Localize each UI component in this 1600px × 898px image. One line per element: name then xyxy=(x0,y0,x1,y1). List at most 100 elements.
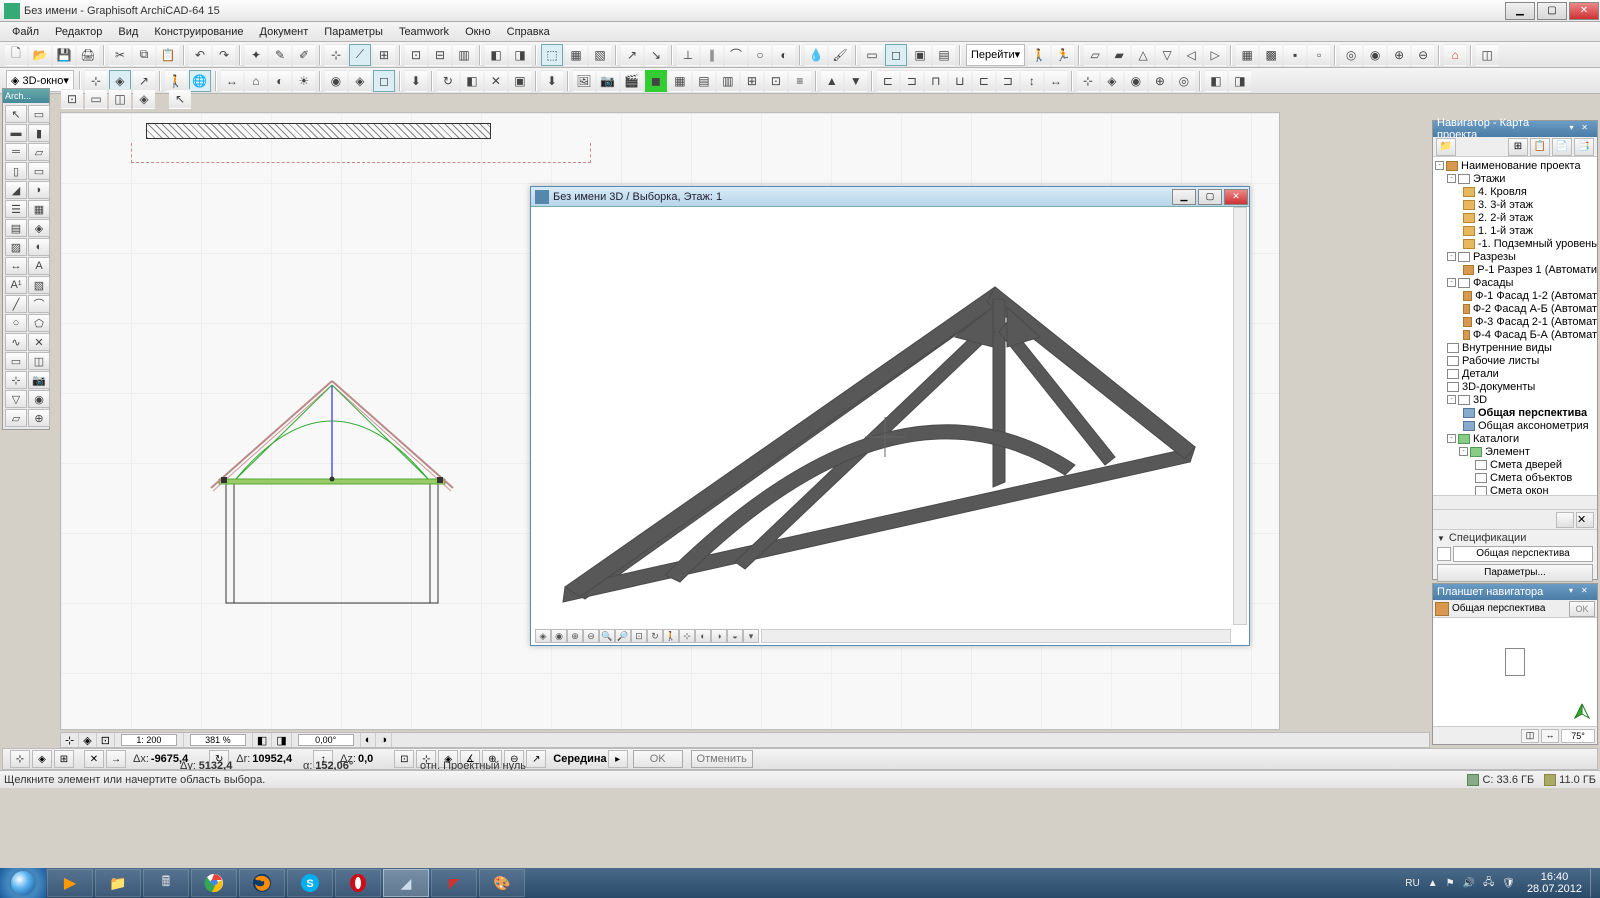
tool-btn-27[interactable]: ▤ xyxy=(933,44,955,66)
planset-foot-2[interactable]: ↔ xyxy=(1541,729,1559,743)
ib-icon-5[interactable]: → xyxy=(106,750,126,768)
toolbox-title[interactable]: Arch... xyxy=(3,89,49,103)
tray-expand-icon[interactable]: ▲ xyxy=(1424,878,1442,889)
nav-mode-3[interactable]: 📋 xyxy=(1530,138,1550,156)
tree-elev-1[interactable]: Ф-1 Фасад 1-2 (Автомат xyxy=(1475,290,1597,302)
stb-30[interactable]: ▼ xyxy=(845,70,867,92)
new-button[interactable]: 🗋 xyxy=(5,44,27,66)
cb-icon-3[interactable]: ⊡ xyxy=(101,734,110,747)
sw-zoom-1[interactable]: ◈ xyxy=(535,629,551,643)
taskbar-skype[interactable]: S xyxy=(287,869,333,897)
circle-tool[interactable]: ○ xyxy=(5,314,27,332)
stb-31[interactable]: ⊏ xyxy=(877,70,899,92)
tree-sched-doors[interactable]: Смета дверей xyxy=(1490,459,1562,471)
stb-34[interactable]: ⊔ xyxy=(949,70,971,92)
planset-ok[interactable]: OK xyxy=(1569,601,1595,617)
tree-floor-2[interactable]: 2. 2-й этаж xyxy=(1478,212,1533,224)
tool-btn-15[interactable]: ↗ xyxy=(621,44,643,66)
scale-field[interactable]: 1: 200 xyxy=(121,734,177,746)
tree-elev-2[interactable]: Ф-2 Фасад А-Б (Автомат xyxy=(1473,303,1597,315)
stb-42[interactable]: ⊕ xyxy=(1149,70,1171,92)
stb-20[interactable]: 📷 xyxy=(597,70,619,92)
section-tool[interactable]: ⊹ xyxy=(5,371,27,389)
ib-icon-1[interactable]: ⊹ xyxy=(10,750,30,768)
stb-21[interactable]: 🎬 xyxy=(621,70,643,92)
nav-pin[interactable]: ▾ xyxy=(1570,123,1582,135)
tool-btn-43[interactable]: ⊖ xyxy=(1412,44,1434,66)
sw-zoom-9[interactable]: 🚶 xyxy=(663,629,679,643)
menu-help[interactable]: Справка xyxy=(499,24,558,40)
stb-24[interactable]: ▤ xyxy=(693,70,715,92)
rotation-field[interactable]: 0,00° xyxy=(298,734,354,746)
mesh-tool[interactable]: ▦ xyxy=(28,200,50,218)
camera-tool[interactable]: 📷 xyxy=(28,371,50,389)
planset-foot-1[interactable]: ◫ xyxy=(1521,729,1539,743)
tool-btn-17[interactable]: ⊥ xyxy=(677,44,699,66)
taskbar-media[interactable]: ▶ xyxy=(47,869,93,897)
menu-window[interactable]: Окно xyxy=(457,24,499,40)
stb-17[interactable]: ▣ xyxy=(509,70,531,92)
tool-btn-26[interactable]: ▣ xyxy=(909,44,931,66)
stb-40[interactable]: ◈ xyxy=(1101,70,1123,92)
tool-btn-21[interactable]: ◐ xyxy=(773,44,795,66)
cb-icon-6[interactable]: ◐ xyxy=(365,734,372,746)
print-button[interactable]: 🖨 xyxy=(77,44,99,66)
tool-btn-35[interactable]: ▷ xyxy=(1204,44,1226,66)
subwin-titlebar[interactable]: Без имени 3D / Выборка, Этаж: 1 ▁ ▢ ✕ xyxy=(531,187,1249,207)
door-tool[interactable]: ▯ xyxy=(5,162,27,180)
stb-14[interactable]: ↻ xyxy=(437,70,459,92)
tool-btn-18[interactable]: ∥ xyxy=(701,44,723,66)
nav-foot-1[interactable] xyxy=(1556,512,1574,528)
stb-16[interactable]: ✕ xyxy=(485,70,507,92)
walk-button[interactable]: 🚶 xyxy=(1028,44,1050,66)
wall-tool[interactable]: ▬ xyxy=(5,124,27,142)
tree-worksheets[interactable]: Рабочие листы xyxy=(1462,355,1539,367)
tree-elev-3[interactable]: Ф-3 Фасад 2-1 (Автомат xyxy=(1475,316,1597,328)
slab-tool[interactable]: ▱ xyxy=(28,143,50,161)
sw-zoom-7[interactable]: ⊡ xyxy=(631,629,647,643)
drawing-tool[interactable]: ◫ xyxy=(28,352,50,370)
text-tool[interactable]: A xyxy=(28,257,50,275)
tray-shield-icon[interactable]: 🛡 xyxy=(1498,878,1519,889)
subwin-minimize[interactable]: ▁ xyxy=(1172,189,1196,205)
stb-23[interactable]: ▦ xyxy=(669,70,691,92)
nav-mode-2[interactable]: ⊞ xyxy=(1508,138,1528,156)
tool-btn-41[interactable]: ◉ xyxy=(1364,44,1386,66)
figure-tool[interactable]: ▭ xyxy=(5,352,27,370)
grid-tool[interactable]: ⊕ xyxy=(28,409,50,427)
tool-btn-4[interactable]: ⊹ xyxy=(325,44,347,66)
tree-3d-persp[interactable]: Общая перспектива xyxy=(1478,407,1587,419)
taskbar-chrome[interactable] xyxy=(191,869,237,897)
tool-btn-2[interactable]: ✎ xyxy=(269,44,291,66)
sw-zoom-11[interactable]: ◐ xyxy=(695,629,711,643)
line-tool[interactable]: ╱ xyxy=(5,295,27,313)
stb-15[interactable]: ◧ xyxy=(461,70,483,92)
stb-25[interactable]: ▥ xyxy=(717,70,739,92)
stb-43[interactable]: ◎ xyxy=(1173,70,1195,92)
elev-tool[interactable]: ▽ xyxy=(5,390,27,408)
tree-elev-4[interactable]: Ф-4 Фасад Б-А (Автомат xyxy=(1473,329,1597,341)
tree-interior[interactable]: Внутренние виды xyxy=(1462,342,1552,354)
menu-document[interactable]: Документ xyxy=(252,24,317,40)
subwin-canvas[interactable] xyxy=(535,207,1231,625)
tree-3ddocs[interactable]: 3D-документы xyxy=(1462,381,1535,393)
window-tool[interactable]: ▭ xyxy=(28,162,50,180)
cut-button[interactable]: ✂ xyxy=(109,44,131,66)
morph-tool[interactable]: ◐ xyxy=(28,238,50,256)
poly-tool[interactable]: ⬠ xyxy=(28,314,50,332)
stb-32[interactable]: ⊐ xyxy=(901,70,923,92)
stb-13[interactable]: ⬇ xyxy=(405,70,427,92)
tool-btn-12[interactable]: ⬚ xyxy=(541,44,563,66)
stb-44[interactable]: ◧ xyxy=(1205,70,1227,92)
stb-35[interactable]: ⊏ xyxy=(973,70,995,92)
stb-10[interactable]: ◉ xyxy=(325,70,347,92)
tree-floor-1[interactable]: 1. 1-й этаж xyxy=(1478,225,1533,237)
snap-next[interactable]: ▸ xyxy=(608,750,628,768)
zoom-field[interactable]: 381 % xyxy=(190,734,246,746)
params-button[interactable]: Параметры... xyxy=(1437,564,1593,582)
cb-icon-4[interactable]: ◧ xyxy=(257,734,267,747)
dim-tool[interactable]: ↔ xyxy=(5,257,27,275)
stb-12[interactable]: ◻ xyxy=(373,70,395,92)
tool-btn-9[interactable]: ▥ xyxy=(453,44,475,66)
sw-zoom-8[interactable]: ↻ xyxy=(647,629,663,643)
